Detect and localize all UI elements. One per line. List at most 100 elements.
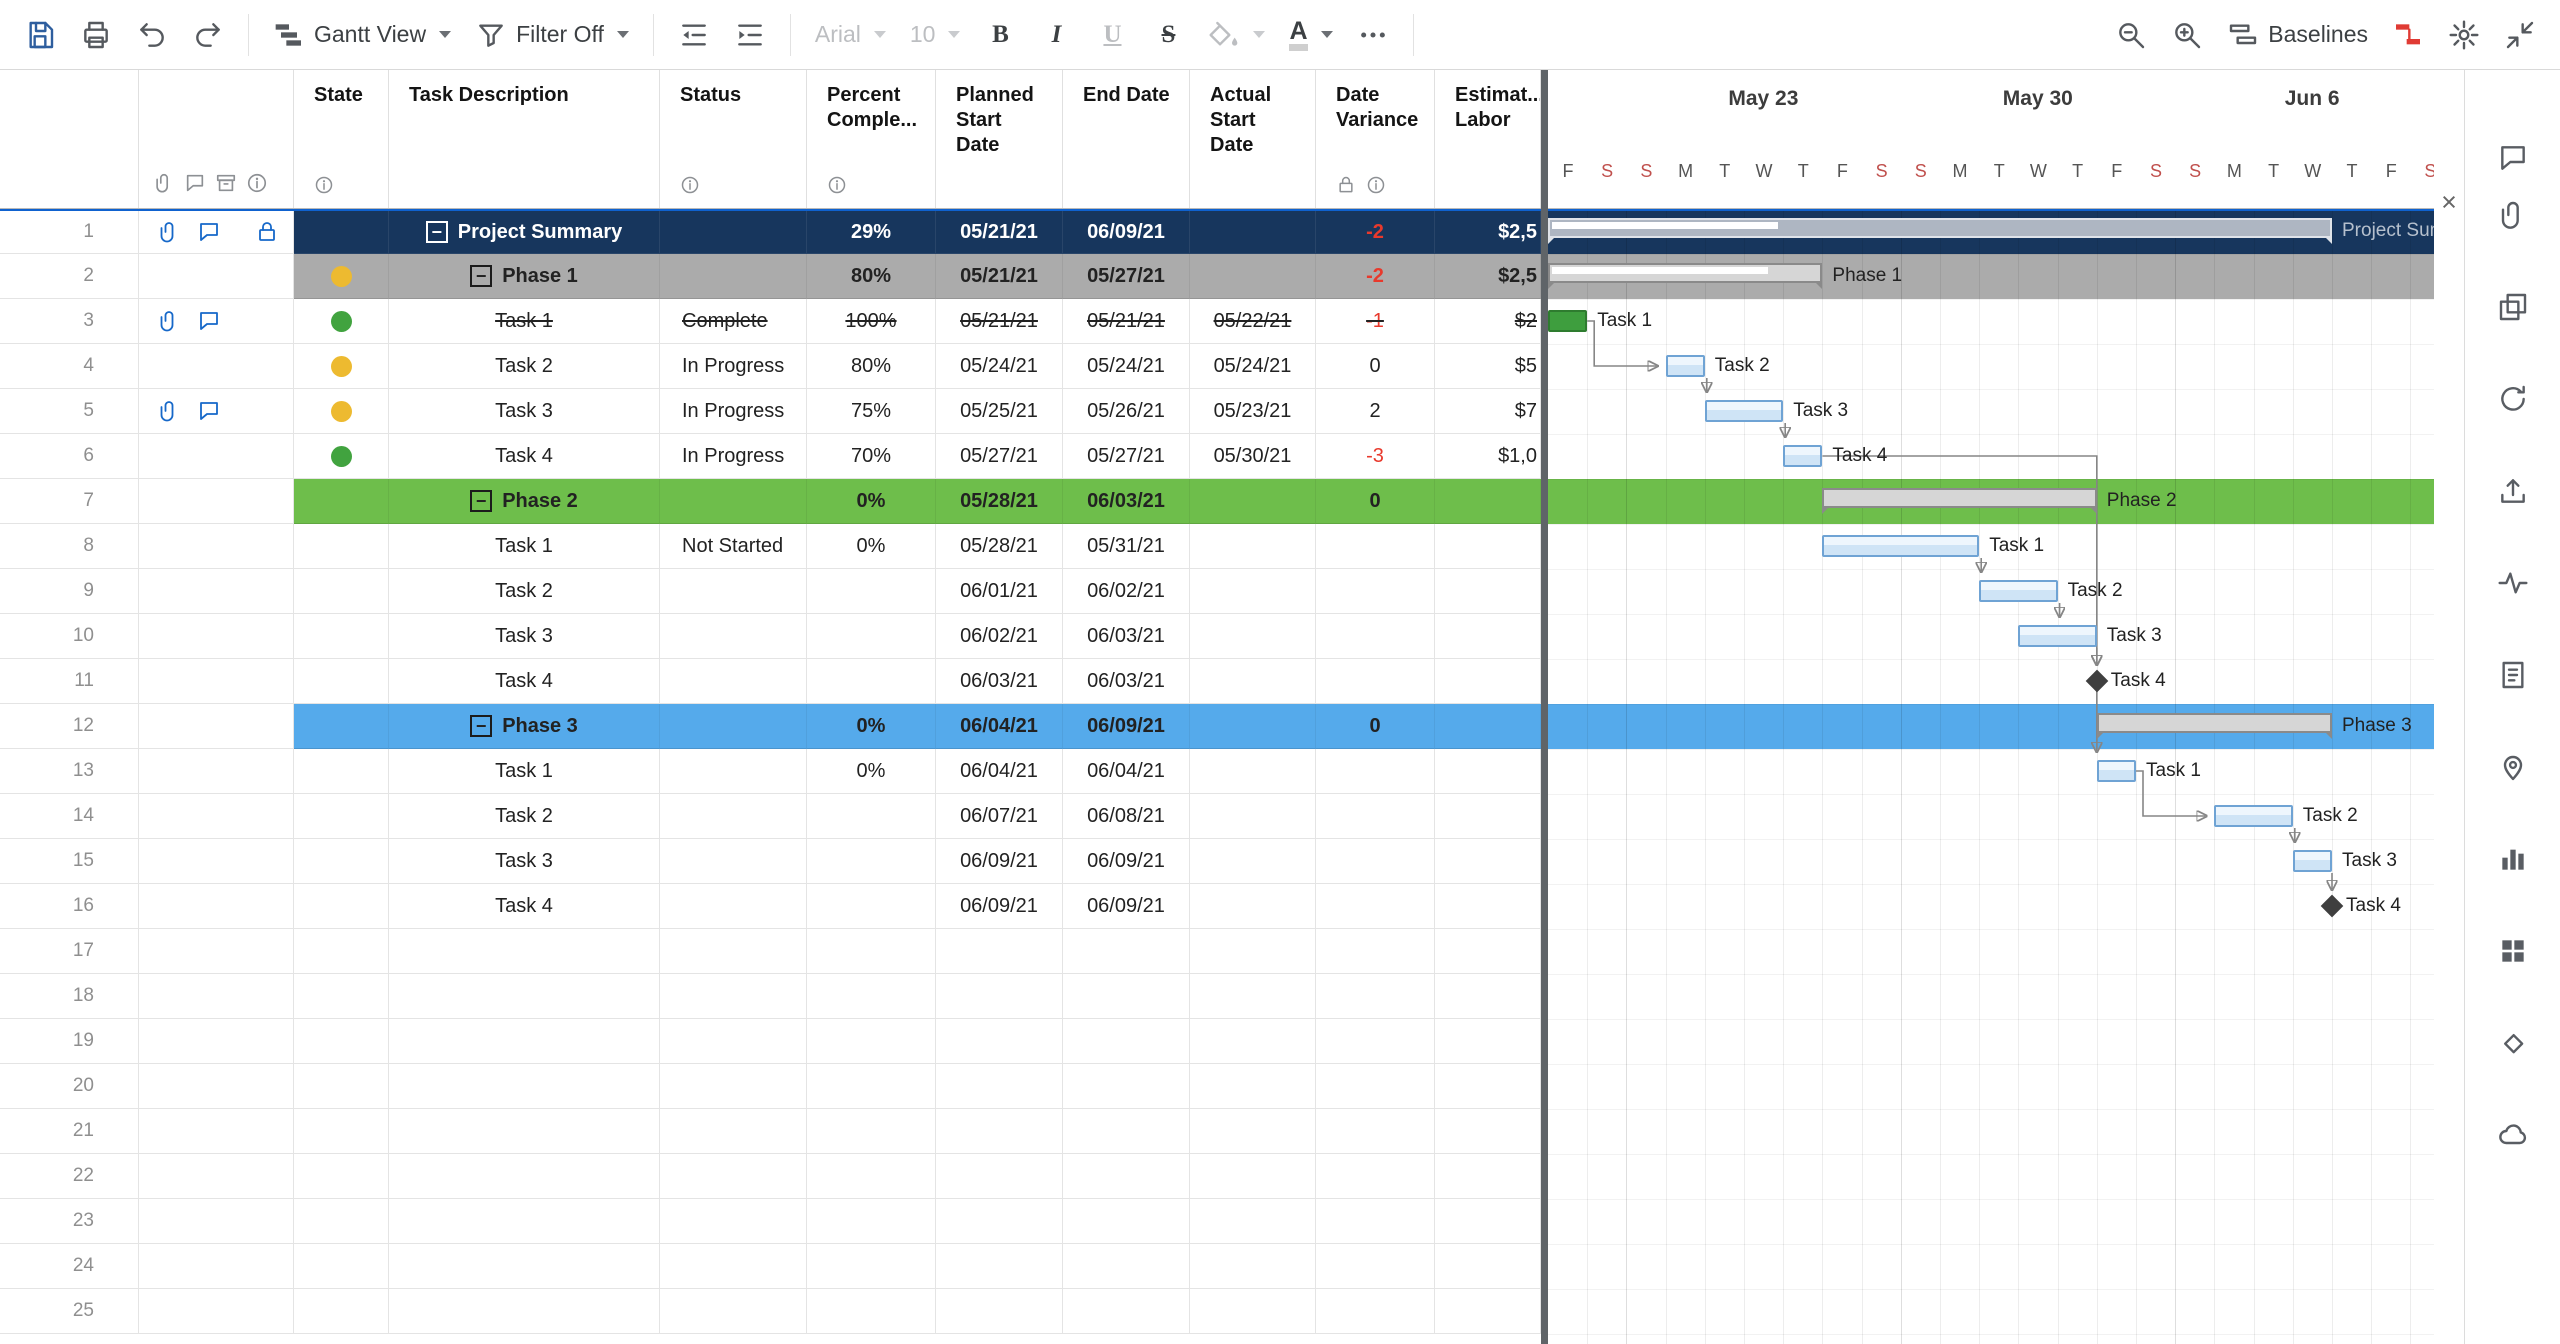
- cell-end[interactable]: 05/21/21: [1063, 299, 1190, 344]
- cell-task-description[interactable]: Task 1: [389, 524, 660, 569]
- row-comment-icon[interactable]: [197, 220, 221, 244]
- zoom-out-button[interactable]: [2105, 9, 2157, 61]
- gantt-bar-task[interactable]: [2018, 625, 2096, 647]
- cell-task-description[interactable]: Task 2: [389, 794, 660, 839]
- row-number[interactable]: 16: [0, 884, 139, 929]
- cell-end[interactable]: 05/24/21: [1063, 344, 1190, 389]
- critical-path-button[interactable]: [2382, 9, 2434, 61]
- cell-status[interactable]: [660, 839, 807, 884]
- cell-task-description[interactable]: −Phase 3: [389, 704, 660, 749]
- cell-labor[interactable]: $2,5: [1435, 211, 1541, 254]
- column-header-percent[interactable]: PercentComple...: [807, 70, 936, 208]
- cell-status[interactable]: [660, 884, 807, 929]
- cell-status[interactable]: [660, 704, 807, 749]
- gantt-bar-task[interactable]: [2293, 850, 2332, 872]
- cell-actual[interactable]: [1190, 659, 1316, 704]
- cell-labor[interactable]: [1435, 1064, 1541, 1109]
- cell-labor[interactable]: [1435, 659, 1541, 704]
- cell-start[interactable]: 06/09/21: [936, 884, 1063, 929]
- cell-percent[interactable]: [807, 929, 936, 974]
- row-number[interactable]: 12: [0, 704, 139, 749]
- cell-percent[interactable]: 75%: [807, 389, 936, 434]
- cell-state[interactable]: [294, 1019, 389, 1064]
- charts-button[interactable]: [2491, 837, 2535, 881]
- cell-start[interactable]: 05/21/21: [936, 254, 1063, 299]
- cell-task-description[interactable]: Task 1: [389, 299, 660, 344]
- cell-task-description[interactable]: Task 4: [389, 434, 660, 479]
- cell-actual[interactable]: 05/24/21: [1190, 344, 1316, 389]
- row-number[interactable]: 4: [0, 344, 139, 389]
- row-number[interactable]: 21: [0, 1109, 139, 1154]
- cell-labor[interactable]: [1435, 704, 1541, 749]
- cell-status[interactable]: In Progress: [660, 344, 807, 389]
- cell-state[interactable]: [294, 299, 389, 344]
- cell-percent[interactable]: 80%: [807, 254, 936, 299]
- cell-status[interactable]: [660, 794, 807, 839]
- undo-button[interactable]: [126, 9, 178, 61]
- cell-state[interactable]: [294, 929, 389, 974]
- cell-start[interactable]: 06/03/21: [936, 659, 1063, 704]
- view-selector[interactable]: Gantt View: [263, 9, 461, 61]
- cell-status[interactable]: [660, 614, 807, 659]
- cell-status[interactable]: [660, 929, 807, 974]
- attachments-button[interactable]: [2491, 193, 2535, 237]
- cell-task-description[interactable]: [389, 929, 660, 974]
- row-number[interactable]: 8: [0, 524, 139, 569]
- cell-labor[interactable]: [1435, 1154, 1541, 1199]
- font-color-button[interactable]: A: [1279, 9, 1342, 61]
- cell-start[interactable]: [936, 974, 1063, 1019]
- save-button[interactable]: [14, 9, 66, 61]
- cell-start[interactable]: [936, 1064, 1063, 1109]
- cell-percent[interactable]: [807, 569, 936, 614]
- cell-percent[interactable]: [807, 1019, 936, 1064]
- cell-actual[interactable]: 05/22/21: [1190, 299, 1316, 344]
- cell-actual[interactable]: [1190, 614, 1316, 659]
- cell-start[interactable]: [936, 1289, 1063, 1334]
- cell-percent[interactable]: 100%: [807, 299, 936, 344]
- cell-state[interactable]: [294, 749, 389, 794]
- row-comment-icon[interactable]: [197, 399, 221, 423]
- row-number[interactable]: 22: [0, 1154, 139, 1199]
- cell-labor[interactable]: $1,0: [1435, 434, 1541, 479]
- cell-task-description[interactable]: Task 4: [389, 659, 660, 704]
- cell-actual[interactable]: [1190, 929, 1316, 974]
- cell-state[interactable]: [294, 344, 389, 389]
- cell-variance[interactable]: -3: [1316, 434, 1435, 479]
- cell-percent[interactable]: [807, 839, 936, 884]
- cell-percent[interactable]: [807, 974, 936, 1019]
- cell-variance[interactable]: [1316, 1109, 1435, 1154]
- cell-state[interactable]: [294, 884, 389, 929]
- cell-end[interactable]: [1063, 1154, 1190, 1199]
- cell-labor[interactable]: [1435, 929, 1541, 974]
- cell-end[interactable]: 06/08/21: [1063, 794, 1190, 839]
- column-header-variance[interactable]: DateVariance: [1316, 70, 1435, 208]
- gantt-bar-task[interactable]: [1822, 535, 1979, 557]
- cell-status[interactable]: [660, 569, 807, 614]
- cell-state[interactable]: [294, 794, 389, 839]
- row-number[interactable]: 9: [0, 569, 139, 614]
- settings-button[interactable]: [2438, 9, 2490, 61]
- gantt-bar-task[interactable]: [1666, 355, 1705, 377]
- cell-end[interactable]: 05/27/21: [1063, 434, 1190, 479]
- cell-state[interactable]: [294, 434, 389, 479]
- cell-labor[interactable]: [1435, 839, 1541, 884]
- cell-start[interactable]: 06/04/21: [936, 704, 1063, 749]
- gantt-bar-task[interactable]: [2214, 805, 2292, 827]
- cell-variance[interactable]: [1316, 524, 1435, 569]
- cell-labor[interactable]: [1435, 794, 1541, 839]
- cell-percent[interactable]: 80%: [807, 344, 936, 389]
- cell-state[interactable]: [294, 524, 389, 569]
- row-attachment-icon[interactable]: [157, 309, 181, 333]
- collapse-toolbar-button[interactable]: [2494, 9, 2546, 61]
- more-options-button[interactable]: [1347, 9, 1399, 61]
- cell-actual[interactable]: [1190, 794, 1316, 839]
- gantt-header[interactable]: May 23May 30Jun 6FSSMTWTFSSMTWTFSSMTWTFS: [1548, 70, 2434, 209]
- cell-actual[interactable]: [1190, 1019, 1316, 1064]
- cell-variance[interactable]: [1316, 794, 1435, 839]
- cell-labor[interactable]: [1435, 884, 1541, 929]
- cell-task-description[interactable]: Task 3: [389, 389, 660, 434]
- column-header-start[interactable]: PlannedStartDate: [936, 70, 1063, 208]
- activity-log-button[interactable]: [2491, 561, 2535, 605]
- cell-labor[interactable]: [1435, 1289, 1541, 1334]
- cell-variance[interactable]: 2: [1316, 389, 1435, 434]
